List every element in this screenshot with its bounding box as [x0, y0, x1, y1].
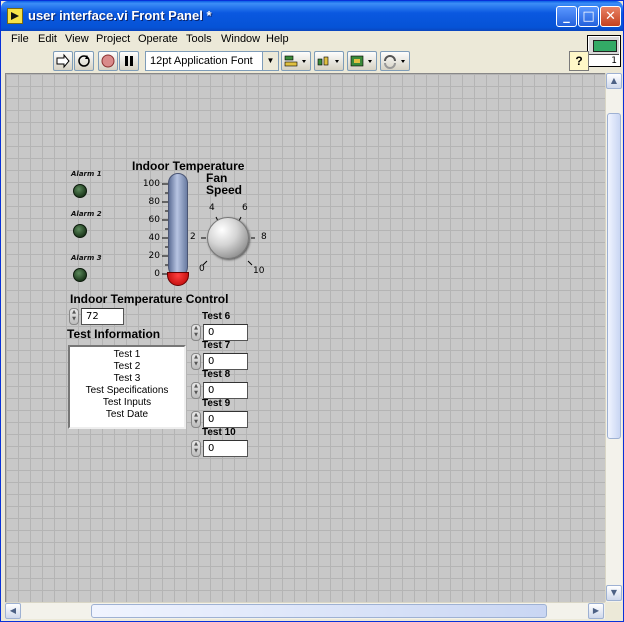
thermo-tick: 80: [148, 197, 160, 207]
align-objects-icon[interactable]: [281, 51, 311, 71]
thermo-tick: 0: [154, 269, 160, 279]
reorder-icon[interactable]: [380, 51, 410, 71]
test-8-field[interactable]: 0: [203, 382, 248, 399]
vertical-scroll-thumb[interactable]: [607, 113, 621, 439]
test-7-label: Test 7: [202, 340, 231, 351]
scroll-right-icon[interactable]: ▶: [588, 603, 604, 619]
minimize-button[interactable]: _: [556, 6, 577, 27]
abort-icon[interactable]: [98, 51, 118, 71]
pause-icon[interactable]: [119, 51, 139, 71]
thermometer-bulb: [167, 272, 189, 286]
test-9-increment-icon[interactable]: ▲ ▼: [191, 411, 201, 428]
test-6-increment-icon[interactable]: ▲ ▼: [191, 324, 201, 341]
scroll-left-icon[interactable]: ◀: [5, 603, 21, 619]
test-6-label: Test 6: [202, 311, 231, 322]
distribute-objects-icon[interactable]: [314, 51, 344, 71]
list-item[interactable]: Test 1: [70, 349, 184, 361]
indoor-temperature-control-field[interactable]: 72: [81, 308, 124, 325]
menu-window[interactable]: Window: [221, 33, 260, 45]
indoor-temperature-control-label: Indoor Temperature Control: [70, 292, 229, 306]
alarm-2-led[interactable]: [73, 224, 87, 238]
test-10-label: Test 10: [202, 427, 236, 438]
list-item[interactable]: Test 2: [70, 361, 184, 373]
chevron-down-icon: ▼: [262, 52, 278, 70]
maximize-button[interactable]: □: [578, 6, 599, 27]
test-information-label: Test Information: [67, 327, 161, 341]
fan-speed-knob[interactable]: [207, 217, 249, 259]
context-help-button[interactable]: ?: [569, 51, 589, 71]
test-7-field[interactable]: 0: [203, 353, 248, 370]
title-bar: user interface.vi Front Panel * _ □ ✕: [1, 1, 623, 31]
menu-help[interactable]: Help: [266, 33, 289, 45]
close-button[interactable]: ✕: [600, 6, 621, 27]
test-6-field[interactable]: 0: [203, 324, 248, 341]
alarm-3-label: Alarm 3: [71, 254, 102, 262]
menu-view[interactable]: View: [65, 33, 89, 45]
vi-icon-number: 1: [611, 56, 617, 66]
scroll-up-icon[interactable]: ▲: [606, 73, 622, 89]
window: user interface.vi Front Panel * _ □ ✕ Fi…: [0, 0, 624, 622]
scrollbar-corner: [605, 602, 622, 619]
font-select[interactable]: 12pt Application Font ▼: [145, 51, 279, 71]
labview-vi-icon: [7, 8, 23, 24]
thermo-tick: 40: [148, 233, 160, 243]
test-10-field[interactable]: 0: [203, 440, 248, 457]
test-7-increment-icon[interactable]: ▲ ▼: [191, 353, 201, 370]
run-continuously-icon[interactable]: [74, 51, 94, 71]
test-information-listbox[interactable]: Test 1 Test 2 Test 3 Test Specifications…: [68, 345, 186, 429]
front-panel[interactable]: Alarm 1 Alarm 2 Alarm 3 Indoor Temperatu…: [5, 73, 605, 602]
alarm-2-label: Alarm 2: [71, 210, 102, 218]
list-item[interactable]: Test Date: [70, 409, 184, 421]
list-item[interactable]: Test Specifications: [70, 385, 184, 397]
menu-tools[interactable]: Tools: [186, 33, 212, 45]
menu-project[interactable]: Project: [96, 33, 130, 45]
scroll-down-icon[interactable]: ▼: [606, 585, 622, 601]
window-title: user interface.vi Front Panel *: [28, 8, 212, 23]
menu-file[interactable]: File: [11, 33, 29, 45]
toolbar: 12pt Application Font ▼ ?: [5, 50, 589, 72]
indoor-temperature-label: Indoor Temperature: [132, 159, 245, 173]
test-10-increment-icon[interactable]: ▲ ▼: [191, 440, 201, 457]
alarm-3-led[interactable]: [73, 268, 87, 282]
fan-speed-label-line2: Speed: [206, 183, 243, 197]
thermo-tick: 100: [142, 179, 160, 189]
vertical-scrollbar[interactable]: ▲ ▼: [605, 73, 622, 602]
alarm-1-led[interactable]: [73, 184, 87, 198]
horizontal-scrollbar[interactable]: ◀ ▶: [5, 602, 605, 619]
test-8-label: Test 8: [202, 369, 231, 380]
thermo-tick: 20: [148, 251, 160, 261]
test-8-increment-icon[interactable]: ▲ ▼: [191, 382, 201, 399]
menu-operate[interactable]: Operate: [138, 33, 178, 45]
indoor-temperature-thermometer[interactable]: [168, 173, 188, 277]
list-item[interactable]: Test Inputs: [70, 397, 184, 409]
alarm-1-label: Alarm 1: [71, 170, 102, 178]
font-select-value: 12pt Application Font: [150, 55, 253, 67]
menu-bar: File Edit View Project Operate Tools Win…: [5, 31, 585, 49]
run-arrow-icon[interactable]: [53, 51, 73, 71]
list-item[interactable]: Test 3: [70, 373, 184, 385]
menu-edit[interactable]: Edit: [38, 33, 57, 45]
test-9-field[interactable]: 0: [203, 411, 248, 428]
resize-objects-icon[interactable]: [347, 51, 377, 71]
vi-connector-icon[interactable]: 1: [587, 35, 621, 67]
horizontal-scroll-thumb[interactable]: [91, 604, 547, 618]
temp-control-increment-icon[interactable]: ▲ ▼: [69, 308, 79, 325]
test-9-label: Test 9: [202, 398, 231, 409]
thermo-tick: 60: [148, 215, 160, 225]
